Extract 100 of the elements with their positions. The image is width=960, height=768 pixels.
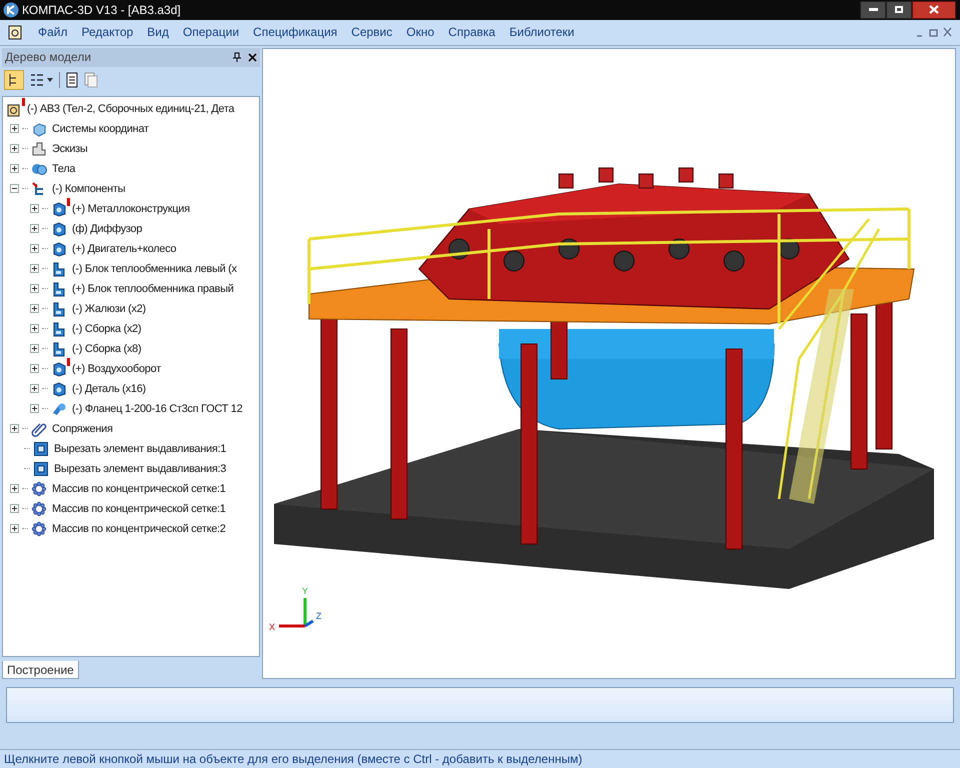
cut-extrusion-icon (33, 460, 49, 477)
document-window-controls-icon[interactable] (916, 27, 952, 38)
tree-item[interactable]: (-) АВ3 (Тел-2, Сборочных единиц-21, Дета (27, 100, 234, 118)
sketch-icon (31, 140, 47, 157)
expand-toggle[interactable] (10, 124, 19, 134)
tree-item[interactable]: (ф) Диффузор (72, 220, 142, 238)
plus-icon (31, 305, 38, 312)
part-icon (51, 300, 67, 317)
expand-toggle[interactable] (10, 424, 19, 434)
tree-item[interactable]: Тела (52, 160, 76, 178)
window-title: КОМПАС-3D V13 - [АВ3.a3d] (22, 2, 181, 19)
expand-toggle[interactable] (30, 344, 39, 354)
expand-toggle[interactable] (30, 264, 39, 274)
plus-icon (11, 525, 18, 532)
close-icon (929, 5, 939, 14)
tree-item[interactable]: Массив по концентрической сетке:2 (52, 520, 226, 538)
axis-label: Y (302, 586, 308, 596)
expand-toggle[interactable] (30, 244, 39, 254)
menu-item[interactable]: Спецификация (253, 23, 338, 42)
plus-icon (11, 165, 18, 172)
part-icon (51, 360, 67, 377)
tree-item[interactable]: Сопряжения (52, 420, 113, 438)
tree-item[interactable]: Массив по концентрической сетке:1 (52, 480, 226, 498)
expand-toggle[interactable] (30, 304, 39, 314)
list-icon (30, 72, 44, 87)
tree-item[interactable]: (+) Воздухооборот (72, 360, 161, 378)
menu-item[interactable]: Окно (406, 23, 434, 42)
expand-toggle[interactable] (30, 384, 39, 394)
expand-toggle[interactable] (30, 324, 39, 334)
expand-toggle[interactable] (30, 364, 39, 374)
expand-toggle[interactable] (30, 204, 39, 214)
document-icon[interactable] (66, 72, 78, 88)
menu-item[interactable]: Справка (448, 23, 496, 42)
circular-pattern-icon (31, 480, 47, 497)
list-view-button[interactable] (30, 72, 53, 87)
tree-item[interactable]: (-) Деталь (x16) (72, 380, 146, 398)
caret-icon (47, 78, 53, 82)
tree-item[interactable]: (-) Жалюзи (x2) (72, 300, 146, 318)
plus-icon (31, 325, 38, 332)
tree-item[interactable]: Эскизы (52, 140, 88, 158)
pin-icon[interactable] (232, 52, 242, 62)
plus-icon (31, 205, 38, 212)
copy-icon[interactable] (84, 72, 98, 88)
tree-item[interactable]: (-) Блок теплообменника левый (x (72, 260, 237, 278)
part-icon (51, 240, 67, 257)
minimize-button[interactable] (860, 0, 886, 19)
tree-view-button[interactable] (4, 70, 24, 90)
plus-icon (31, 385, 38, 392)
tree-item[interactable]: Массив по концентрической сетке:1 (52, 500, 226, 518)
expand-toggle[interactable] (30, 284, 39, 294)
plus-icon (31, 405, 38, 412)
part-icon (51, 260, 67, 277)
status-text: Щелкните левой кнопкой мыши на объекте для его выделения (вместе с Ctrl - добавить к выделенным) (4, 751, 582, 768)
menu-item[interactable]: Вид (147, 23, 169, 42)
axis-label: Z (316, 611, 322, 622)
plus-icon (11, 485, 18, 492)
cube-icon (31, 120, 47, 137)
tree-item[interactable]: (-) Сборка (x8) (72, 340, 142, 358)
expand-toggle[interactable] (10, 164, 19, 174)
close-button[interactable] (912, 0, 956, 19)
expand-toggle[interactable] (30, 404, 39, 414)
menu-item[interactable]: Файл (38, 23, 68, 42)
plus-icon (11, 425, 18, 432)
cut-extrusion-icon (33, 440, 49, 457)
tree-item[interactable]: Вырезать элемент выдавливания:1 (54, 440, 226, 458)
expand-toggle[interactable] (30, 224, 39, 234)
collapse-toggle[interactable] (10, 184, 19, 194)
tree-item[interactable]: (-) Фланец 1-200-16 Ст3сп ГОСТ 12 (72, 400, 242, 418)
part-icon (51, 280, 67, 297)
menu-item[interactable]: Сервис (351, 23, 392, 42)
flange-icon (51, 400, 67, 417)
tree-item[interactable]: (+) Двигатель+колесо (72, 240, 176, 258)
plus-icon (11, 125, 18, 132)
tree-item[interactable]: (-) Сборка (x2) (72, 320, 142, 338)
expand-toggle[interactable] (10, 524, 19, 534)
tree-item[interactable]: (+) Металлоконструкция (72, 200, 190, 218)
document-icon (6, 23, 24, 42)
tree-item[interactable]: Системы координат (52, 120, 149, 138)
part-icon (51, 200, 67, 217)
plus-icon (31, 285, 38, 292)
plus-icon (31, 245, 38, 252)
close-icon[interactable] (248, 52, 257, 62)
menu-item[interactable]: Библиотеки (509, 23, 574, 42)
expand-toggle[interactable] (10, 484, 19, 494)
menu-item[interactable]: Операции (182, 23, 240, 42)
plus-icon (31, 365, 38, 372)
tree-item[interactable]: (+) Блок теплообменника правый (72, 280, 234, 298)
panel-tab[interactable]: Построение (2, 661, 79, 680)
menu-item[interactable]: Редактор (82, 23, 134, 42)
plus-icon (31, 345, 38, 352)
expand-toggle[interactable] (10, 144, 19, 154)
expand-toggle[interactable] (10, 504, 19, 514)
plus-icon (11, 145, 18, 152)
part-icon (51, 340, 67, 357)
tree-item[interactable]: Вырезать элемент выдавливания:3 (54, 460, 226, 478)
restore-button[interactable] (886, 0, 912, 19)
paperclip-icon (31, 420, 47, 437)
plus-icon (31, 265, 38, 272)
part-icon (51, 380, 67, 397)
tree-item[interactable]: (-) Компоненты (52, 180, 126, 198)
